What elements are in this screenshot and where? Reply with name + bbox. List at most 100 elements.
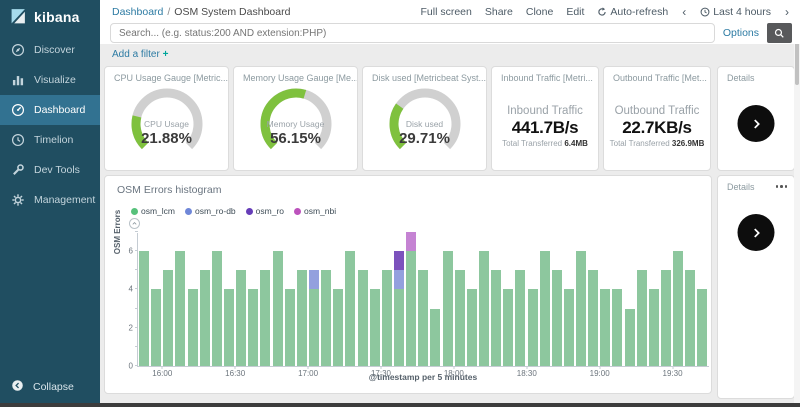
chart-title: OSM Errors histogram bbox=[105, 176, 711, 196]
histogram-bar[interactable] bbox=[345, 251, 355, 366]
memory-gauge-panel[interactable]: Memory Usage Gauge [Me... Memory Usage 5… bbox=[233, 66, 358, 171]
add-filter-button[interactable]: Add a filter + bbox=[112, 49, 168, 60]
histogram-bar[interactable] bbox=[625, 309, 635, 366]
panel-menu-icon[interactable] bbox=[776, 185, 788, 188]
details-open-button[interactable] bbox=[738, 105, 775, 142]
histogram-bar[interactable] bbox=[175, 251, 185, 366]
gauge-value: 56.15% bbox=[234, 130, 357, 147]
dashboard-icon bbox=[11, 103, 25, 117]
legend-item-osm_ro-db[interactable]: osm_ro-db bbox=[185, 206, 236, 216]
details-open-button[interactable] bbox=[738, 214, 775, 251]
sidebar-item-visualize[interactable]: Visualize bbox=[0, 65, 100, 95]
histogram-bar[interactable] bbox=[661, 270, 671, 366]
histogram-bar[interactable] bbox=[333, 289, 343, 366]
histogram-bar[interactable] bbox=[236, 270, 246, 366]
histogram-bar[interactable] bbox=[552, 270, 562, 366]
histogram-bar[interactable] bbox=[224, 289, 234, 366]
histogram-bar[interactable] bbox=[151, 289, 161, 366]
sidebar-item-management[interactable]: Management bbox=[0, 185, 100, 215]
histogram-bar[interactable] bbox=[515, 270, 525, 366]
histogram-bar[interactable] bbox=[443, 251, 453, 366]
edit-button[interactable]: Edit bbox=[566, 6, 584, 18]
cpu-gauge-panel[interactable]: CPU Usage Gauge [Metric... CPU Usage 21.… bbox=[104, 66, 229, 171]
legend-dot-icon bbox=[294, 208, 301, 215]
search-submit-button[interactable] bbox=[767, 23, 792, 43]
histogram-bar[interactable] bbox=[188, 289, 198, 366]
search-input[interactable] bbox=[110, 23, 715, 43]
time-forward-button[interactable]: › bbox=[784, 5, 790, 19]
legend-item-osm_lcm[interactable]: osm_lcm bbox=[131, 206, 175, 216]
histogram-bar[interactable] bbox=[321, 270, 331, 366]
disk-gauge-panel[interactable]: Disk used [Metricbeat Syst... Disk used … bbox=[362, 66, 487, 171]
metric-label: Outbound Traffic bbox=[604, 105, 710, 117]
gauge-value: 29.71% bbox=[363, 130, 486, 147]
histogram-bar[interactable] bbox=[430, 309, 440, 366]
histogram-bar[interactable] bbox=[139, 251, 149, 366]
legend-item-osm_nbi[interactable]: osm_nbi bbox=[294, 206, 336, 216]
time-back-button[interactable]: ‹ bbox=[681, 5, 687, 19]
kibana-logo[interactable]: kibana bbox=[0, 0, 100, 35]
clone-button[interactable]: Clone bbox=[526, 6, 553, 18]
window-scrollbar[interactable] bbox=[794, 28, 800, 403]
histogram-bar[interactable] bbox=[576, 251, 586, 366]
histogram-bar[interactable] bbox=[200, 270, 210, 366]
breadcrumb-dashboard-link[interactable]: Dashboard bbox=[112, 6, 163, 18]
bar-chart-plot[interactable]: 024616:0016:3017:0017:3018:0018:3019:001… bbox=[137, 233, 709, 367]
histogram-bar[interactable] bbox=[418, 270, 428, 366]
y-axis-label: OSM Errors bbox=[113, 172, 122, 292]
histogram-bar[interactable] bbox=[273, 251, 283, 366]
histogram-bar[interactable] bbox=[697, 289, 707, 366]
histogram-bar[interactable] bbox=[540, 251, 550, 366]
full-screen-button[interactable]: Full screen bbox=[421, 6, 472, 18]
histogram-bar[interactable] bbox=[382, 270, 392, 366]
inbound-traffic-panel[interactable]: Inbound Traffic [Metri... Inbound Traffi… bbox=[491, 66, 599, 171]
histogram-bar[interactable] bbox=[285, 289, 295, 366]
collapse-label: Collapse bbox=[33, 381, 74, 393]
outbound-traffic-panel[interactable]: Outbound Traffic [Met... Outbound Traffi… bbox=[603, 66, 711, 171]
time-range-picker[interactable]: Last 4 hours bbox=[700, 6, 771, 18]
x-axis-label: @timestamp per 5 minutes bbox=[137, 372, 709, 382]
histogram-bar[interactable] bbox=[406, 232, 416, 366]
histogram-bar[interactable] bbox=[649, 289, 659, 366]
histogram-bar[interactable] bbox=[212, 251, 222, 366]
gauge-value: 21.88% bbox=[105, 130, 228, 147]
histogram-bar[interactable] bbox=[370, 289, 380, 366]
share-button[interactable]: Share bbox=[485, 6, 513, 18]
histogram-bar[interactable] bbox=[467, 289, 477, 366]
histogram-bar[interactable] bbox=[637, 270, 647, 366]
search-options-link[interactable]: Options bbox=[723, 27, 759, 39]
histogram-bar[interactable] bbox=[600, 289, 610, 366]
histogram-bar[interactable] bbox=[163, 270, 173, 366]
histogram-bar[interactable] bbox=[260, 270, 270, 366]
histogram-bar[interactable] bbox=[455, 270, 465, 366]
sidebar-item-dashboard[interactable]: Dashboard bbox=[0, 95, 100, 125]
histogram-bar[interactable] bbox=[685, 270, 695, 366]
histogram-bar[interactable] bbox=[528, 289, 538, 366]
auto-refresh-button[interactable]: Auto-refresh bbox=[597, 6, 668, 18]
chart-legend: osm_lcm osm_ro-db osm_ro osm_nbi bbox=[105, 196, 711, 216]
histogram-bar[interactable] bbox=[673, 251, 683, 366]
legend-item-osm_ro[interactable]: osm_ro bbox=[246, 206, 284, 216]
collapse-icon bbox=[11, 379, 24, 395]
kibana-logo-text: kibana bbox=[34, 9, 80, 25]
sidebar-item-dev-tools[interactable]: Dev Tools bbox=[0, 155, 100, 185]
histogram-bar[interactable] bbox=[503, 289, 513, 366]
histogram-bar[interactable] bbox=[612, 289, 622, 366]
discover-icon bbox=[11, 43, 25, 57]
histogram-bar[interactable] bbox=[588, 270, 598, 366]
histogram-bar[interactable] bbox=[394, 251, 404, 366]
sidebar-collapse-button[interactable]: Collapse bbox=[0, 379, 100, 395]
breadcrumb: Dashboard/OSM System Dashboard bbox=[112, 6, 290, 18]
sidebar-item-timelion[interactable]: Timelion bbox=[0, 125, 100, 155]
legend-collapse-icon[interactable] bbox=[129, 218, 140, 229]
histogram-bar[interactable] bbox=[358, 270, 368, 366]
breadcrumb-current: OSM System Dashboard bbox=[174, 6, 290, 18]
sidebar-item-discover[interactable]: Discover bbox=[0, 35, 100, 65]
histogram-bar[interactable] bbox=[479, 251, 489, 366]
histogram-bar[interactable] bbox=[564, 289, 574, 366]
histogram-bar[interactable] bbox=[297, 270, 307, 366]
histogram-bar[interactable] bbox=[248, 289, 258, 366]
histogram-bar[interactable] bbox=[309, 270, 319, 366]
histogram-bar[interactable] bbox=[491, 270, 501, 366]
legend-dot-icon bbox=[131, 208, 138, 215]
